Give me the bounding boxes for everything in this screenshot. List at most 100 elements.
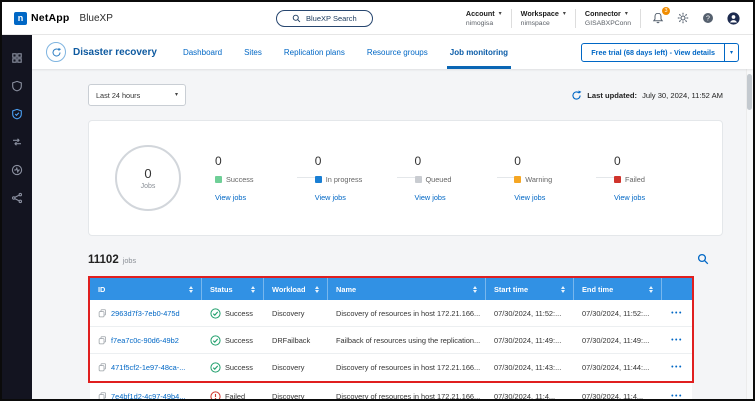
notifications-button[interactable]: 3: [650, 10, 666, 26]
row-actions-menu[interactable]: •••: [671, 310, 683, 317]
user-icon: [727, 12, 740, 25]
gear-icon: [677, 12, 689, 24]
help-button[interactable]: ?: [700, 10, 716, 26]
view-jobs-link[interactable]: View jobs: [315, 193, 397, 202]
notification-badge: 3: [662, 7, 670, 15]
sort-icon[interactable]: [644, 286, 653, 293]
netapp-logo-icon: n: [14, 12, 27, 25]
divider: [511, 9, 512, 28]
view-jobs-link[interactable]: View jobs: [614, 193, 696, 202]
status-stats: 0 Success View jobs 0 In progress View j…: [215, 154, 696, 202]
last-updated: Last updated: July 30, 2024, 11:52 AM: [571, 90, 723, 101]
tab-dashboard[interactable]: Dashboard: [183, 35, 222, 69]
time-range-value: Last 24 hours: [96, 91, 140, 100]
column-label: Status: [210, 285, 233, 294]
refresh-icon[interactable]: [571, 90, 582, 101]
column-header-name[interactable]: Name: [328, 278, 486, 300]
settings-button[interactable]: [675, 10, 691, 26]
copy-icon[interactable]: [98, 392, 107, 401]
time-range-select[interactable]: Last 24 hours ▾: [88, 84, 186, 106]
success-swatch: [215, 176, 222, 183]
start-time-cell: 07/30/2024, 11:52:...: [486, 309, 574, 318]
column-header-start-time[interactable]: Start time: [486, 278, 574, 300]
stat-failed: 0 Failed View jobs: [614, 154, 696, 202]
column-header-id[interactable]: ID: [90, 278, 202, 300]
tab-replication-plans[interactable]: Replication plans: [284, 35, 345, 69]
total-jobs-value: 0: [144, 166, 151, 181]
failed-swatch: [614, 176, 621, 183]
sidebar-item-mobility[interactable]: [9, 134, 25, 150]
grid-icon: [11, 52, 23, 64]
sidebar-item-governance[interactable]: [9, 78, 25, 94]
success-icon: [210, 335, 221, 346]
copy-icon[interactable]: [98, 309, 107, 318]
stat-value: 0: [415, 154, 497, 168]
table-row[interactable]: 7e4bf1d2-4c97-49b4... Failed Discovery D…: [90, 383, 692, 401]
workspace-menu[interactable]: Workspace▾ nimspace: [521, 9, 566, 27]
free-trial-button[interactable]: Free trial (68 days left) - View details…: [581, 43, 739, 62]
divider: [397, 177, 415, 178]
table-row[interactable]: 2963d7f3-7eb0-475d Success Discovery Dis…: [90, 300, 692, 327]
column-label: Start time: [494, 285, 528, 294]
stat-value: 0: [215, 154, 297, 168]
column-header-end-time[interactable]: End time: [574, 278, 662, 300]
job-id-link[interactable]: 2963d7f3-7eb0-475d: [111, 309, 180, 318]
table-search-icon[interactable]: [697, 253, 709, 265]
table-row[interactable]: 471f5cf2-1e97-48ca-... Success Discovery…: [90, 354, 692, 381]
status-text: Success: [225, 309, 253, 318]
name-cell: Discovery of resources in host 172.21.16…: [328, 363, 486, 372]
table-row[interactable]: f7ea7c0c-90d6-49b2 Success DRFailback Fa…: [90, 327, 692, 354]
scrollbar-thumb[interactable]: [747, 74, 752, 110]
jobs-list-header: 11102jobs: [88, 250, 723, 268]
vertical-scrollbar[interactable]: [746, 69, 753, 399]
row-actions-menu[interactable]: •••: [671, 393, 683, 400]
sidebar-item-protection[interactable]: [9, 106, 25, 122]
sort-icon[interactable]: [310, 286, 319, 293]
jobs-count: 11102: [88, 254, 119, 266]
connector-value: GISABXPConn: [585, 20, 631, 27]
chevron-down-icon[interactable]: ▾: [724, 44, 738, 61]
name-cell: Discovery of resources in host 172.21.16…: [328, 309, 486, 318]
share-nodes-icon: [11, 192, 23, 204]
global-search[interactable]: BlueXP Search: [276, 10, 373, 27]
transfer-arrows-icon: [11, 136, 23, 148]
sidebar-item-canvas[interactable]: [9, 50, 25, 66]
sort-icon[interactable]: [556, 286, 565, 293]
sidebar-item-health[interactable]: [9, 162, 25, 178]
job-id-link[interactable]: 471f5cf2-1e97-48ca-...: [111, 363, 185, 372]
chevron-down-icon: ▾: [563, 11, 566, 17]
sidebar-item-extend[interactable]: [9, 190, 25, 206]
sort-icon[interactable]: [468, 286, 477, 293]
job-id-link[interactable]: 7e4bf1d2-4c97-49b4...: [111, 392, 185, 401]
row-actions-menu[interactable]: •••: [671, 364, 683, 371]
sort-icon[interactable]: [184, 286, 193, 293]
copy-icon[interactable]: [98, 336, 107, 345]
stat-label: Failed: [625, 175, 645, 184]
workload-cell: Discovery: [264, 363, 328, 372]
svg-text:?: ?: [706, 15, 710, 22]
user-avatar[interactable]: [725, 10, 741, 26]
tab-sites[interactable]: Sites: [244, 35, 262, 69]
row-actions-menu[interactable]: •••: [671, 337, 683, 344]
copy-icon[interactable]: [98, 363, 107, 372]
tab-job-monitoring[interactable]: Job monitoring: [450, 35, 508, 69]
account-menu[interactable]: Account▾ nimogisa: [466, 9, 502, 27]
column-header-status[interactable]: Status: [202, 278, 264, 300]
left-nav: [2, 35, 32, 399]
stat-queued: 0 Queued View jobs: [415, 154, 497, 202]
tab-resource-groups[interactable]: Resource groups: [367, 35, 428, 69]
workspace-label: Workspace: [521, 9, 559, 18]
workload-cell: Discovery: [264, 392, 328, 401]
column-label: Workload: [272, 285, 306, 294]
view-jobs-link[interactable]: View jobs: [514, 193, 596, 202]
sort-icon[interactable]: [246, 286, 255, 293]
view-jobs-link[interactable]: View jobs: [215, 193, 297, 202]
account-label: Account: [466, 9, 495, 18]
column-header-workload[interactable]: Workload: [264, 278, 328, 300]
success-icon: [210, 308, 221, 319]
view-jobs-link[interactable]: View jobs: [415, 193, 497, 202]
in-progress-swatch: [315, 176, 322, 183]
tab-bar: Dashboard Sites Replication plans Resour…: [183, 35, 508, 69]
connector-menu[interactable]: Connector▾ GISABXPConn: [585, 9, 631, 27]
job-id-link[interactable]: f7ea7c0c-90d6-49b2: [111, 336, 179, 345]
